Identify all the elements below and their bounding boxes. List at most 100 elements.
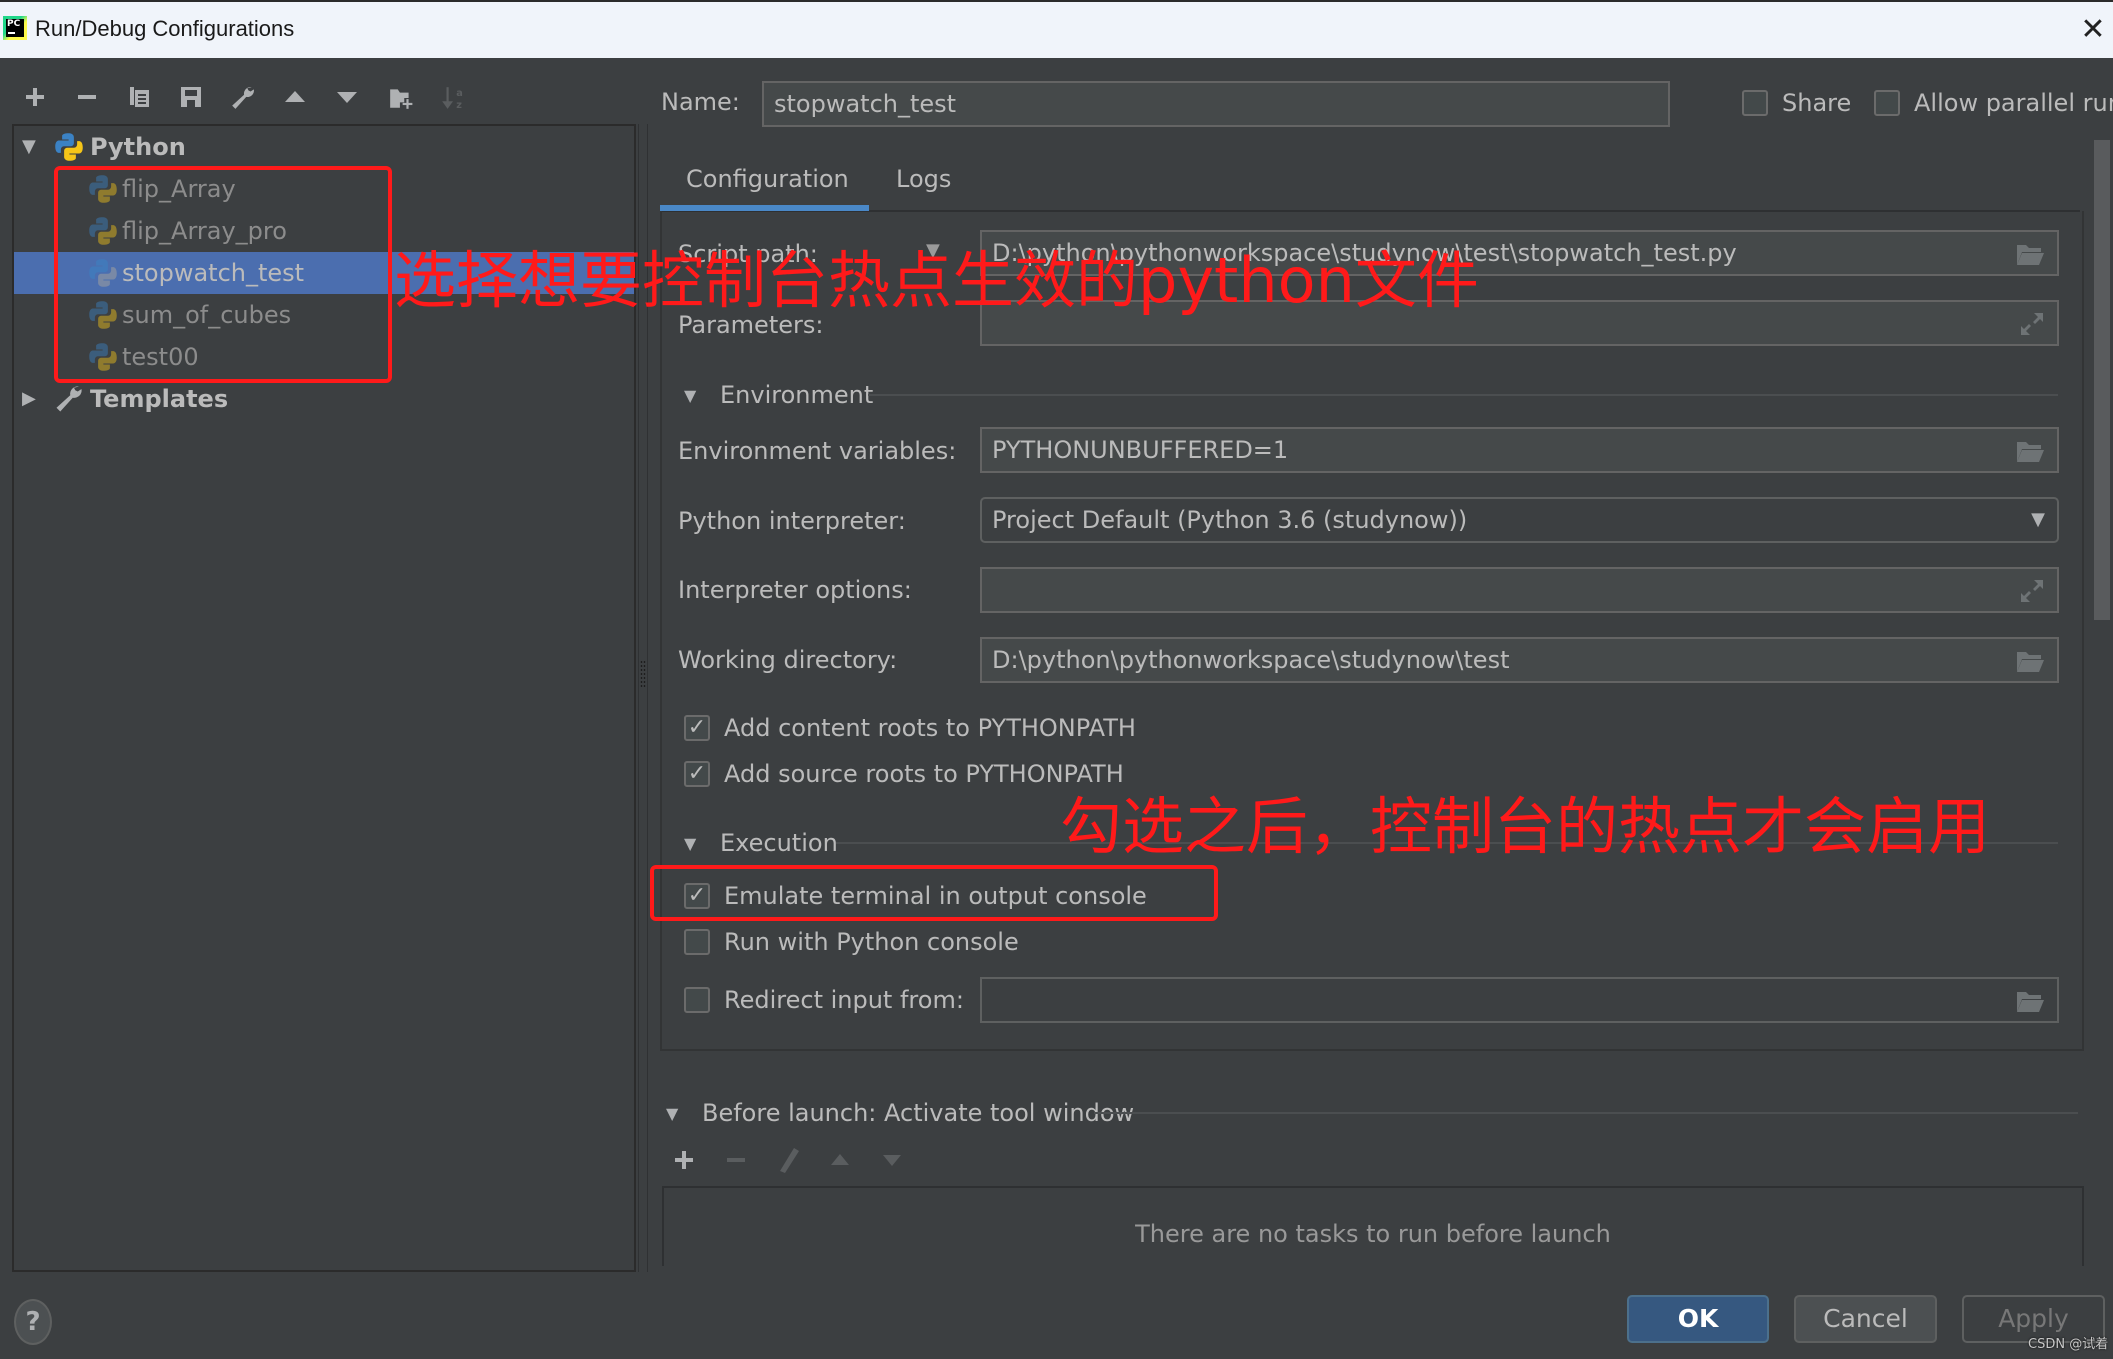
plus-icon [675, 1151, 693, 1169]
wrench-icon [232, 87, 254, 109]
annotation-checkbox-note: 勾选之后，控制台的热点才会启用 [1060, 790, 1991, 863]
checkmark-icon: ✓ [687, 715, 707, 740]
edit-task-button[interactable] [776, 1146, 802, 1178]
arrow-down-icon [883, 1155, 901, 1166]
checkmark-icon: ✓ [687, 761, 707, 786]
chevron-right-icon[interactable]: ▶ [22, 378, 36, 420]
chevron-down-icon[interactable]: ▼ [684, 834, 696, 853]
wrench-icon [56, 386, 82, 412]
python-icon [55, 133, 83, 161]
scrollbar-thumb[interactable] [2094, 140, 2110, 620]
cancel-button[interactable]: Cancel [1794, 1295, 1937, 1343]
add-content-roots-checkbox[interactable]: ✓ [684, 715, 710, 741]
sort-alpha-icon: az [442, 87, 463, 111]
chevron-down-icon: ▼ [2031, 509, 2045, 530]
folder-icon[interactable] [2015, 648, 2045, 674]
execution-section-title[interactable]: Execution [720, 829, 838, 857]
close-icon: ✕ [2080, 12, 2106, 47]
help-button[interactable]: ? [14, 1299, 52, 1345]
annotation-select-file-note: 选择想要控制台热点生效的python文件 [394, 244, 1479, 317]
watermark: CSDN @试着 [2028, 1337, 2109, 1352]
arrow-up-icon [285, 91, 305, 102]
move-task-down-button[interactable] [880, 1148, 904, 1176]
save-configuration-button[interactable] [176, 82, 206, 112]
run-with-python-console-label[interactable]: Run with Python console [724, 928, 1019, 956]
annotation-highlight-file-list [54, 166, 392, 383]
section-divider [868, 394, 2058, 396]
ok-button[interactable]: OK [1627, 1295, 1769, 1343]
redirect-input-label[interactable]: Redirect input from: [724, 986, 964, 1014]
tree-group-label: Python [90, 133, 186, 161]
share-checkbox[interactable] [1742, 90, 1768, 116]
tree-group-templates[interactable]: ▶ Templates [14, 378, 634, 420]
tree-group-python[interactable]: ▼ Python [14, 126, 634, 168]
sort-alphabetically-button[interactable]: az [438, 82, 468, 112]
arrow-up-icon [831, 1154, 849, 1165]
copy-icon [130, 87, 149, 107]
new-folder-button[interactable] [386, 82, 416, 112]
pencil-icon [780, 1148, 799, 1173]
interpreter-options-field[interactable] [980, 567, 2059, 613]
name-field-value: stopwatch_test [774, 90, 957, 118]
edit-defaults-button[interactable] [228, 82, 258, 112]
allow-parallel-run-checkbox[interactable] [1874, 90, 1900, 116]
folder-icon[interactable] [2015, 438, 2045, 464]
save-icon [181, 87, 201, 107]
remove-task-button[interactable] [724, 1148, 748, 1176]
python-interpreter-value: Project Default (Python 3.6 (studynow)) [992, 506, 1468, 534]
run-with-python-console-checkbox[interactable] [684, 929, 710, 955]
env-vars-value: PYTHONUNBUFFERED=1 [992, 436, 1289, 464]
interpreter-options-label: Interpreter options: [678, 576, 912, 604]
empty-task-list-message: There are no tasks to run before launch [1135, 1220, 1611, 1248]
name-label: Name: [661, 88, 740, 116]
tab-configuration[interactable]: Configuration [686, 165, 849, 193]
svg-text:a: a [456, 88, 463, 99]
remove-configuration-button[interactable] [72, 82, 102, 112]
working-directory-field[interactable]: D:\python\pythonworkspace\studynow\test [980, 637, 2059, 683]
folder-icon[interactable] [2015, 988, 2045, 1014]
expand-icon[interactable] [2019, 578, 2045, 604]
move-task-up-button[interactable] [828, 1148, 852, 1176]
working-directory-value: D:\python\pythonworkspace\studynow\test [992, 646, 1510, 674]
expand-icon[interactable] [2019, 311, 2045, 337]
add-configuration-button[interactable] [20, 82, 50, 112]
python-interpreter-label: Python interpreter: [678, 507, 906, 535]
chevron-down-icon[interactable]: ▼ [684, 386, 696, 405]
environment-section-title[interactable]: Environment [720, 381, 873, 409]
folder-add-icon [390, 89, 413, 109]
section-divider [1094, 1112, 2078, 1114]
redirect-input-checkbox[interactable] [684, 987, 710, 1013]
add-source-roots-checkbox[interactable]: ✓ [684, 761, 710, 787]
splitter-grip[interactable] [640, 660, 646, 688]
env-vars-field[interactable]: PYTHONUNBUFFERED=1 [980, 427, 2059, 473]
minus-icon [78, 95, 96, 99]
plus-icon [26, 88, 44, 106]
copy-configuration-button[interactable] [124, 82, 154, 112]
chevron-down-icon[interactable]: ▼ [666, 1104, 678, 1123]
working-directory-label: Working directory: [678, 646, 898, 674]
tab-logs[interactable]: Logs [896, 165, 951, 193]
tree-group-label: Templates [90, 385, 229, 413]
python-interpreter-select[interactable]: Project Default (Python 3.6 (studynow)) … [980, 497, 2059, 543]
move-down-button[interactable] [332, 82, 362, 112]
move-up-button[interactable] [280, 82, 310, 112]
title-bar: PC Run/Debug Configurations ✕ [0, 0, 2113, 58]
pycharm-app-icon: PC [3, 16, 27, 40]
add-source-roots-label[interactable]: Add source roots to PYTHONPATH [724, 760, 1124, 788]
arrow-down-icon [337, 92, 357, 103]
before-launch-section-title[interactable]: Before launch: Activate tool window [702, 1099, 1134, 1127]
redirect-input-field[interactable] [980, 977, 2059, 1023]
name-field[interactable]: stopwatch_test [762, 81, 1670, 127]
add-task-button[interactable] [672, 1148, 696, 1176]
annotation-highlight-emulate-terminal [650, 865, 1218, 921]
svg-text:z: z [456, 100, 462, 111]
chevron-down-icon[interactable]: ▼ [22, 126, 36, 168]
env-vars-label: Environment variables: [678, 437, 957, 465]
folder-icon[interactable] [2015, 241, 2045, 267]
question-mark-icon: ? [25, 1307, 41, 1337]
close-button[interactable]: ✕ [2073, 10, 2113, 50]
window-title: Run/Debug Configurations [35, 16, 295, 41]
add-content-roots-label[interactable]: Add content roots to PYTHONPATH [724, 714, 1136, 742]
allow-parallel-run-label[interactable]: Allow parallel run [1914, 89, 2113, 117]
share-label[interactable]: Share [1782, 89, 1851, 117]
